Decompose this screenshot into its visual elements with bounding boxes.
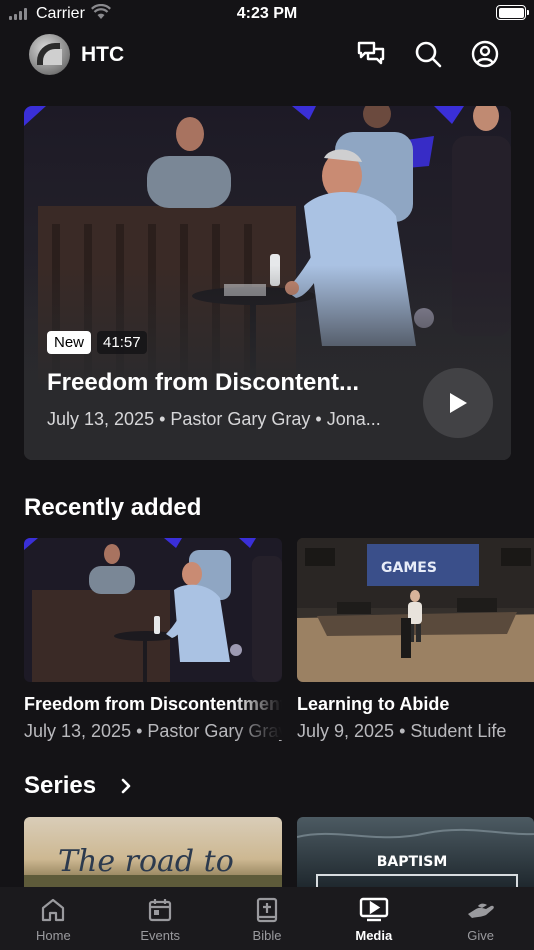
app-header: HTC <box>0 32 534 76</box>
chat-button[interactable] <box>355 38 387 70</box>
church-logo[interactable] <box>29 34 70 75</box>
road-to-freedom-text: The road to <box>58 844 234 879</box>
tab-label: Events <box>140 928 181 943</box>
status-bar: Carrier 4:23 PM <box>0 0 534 28</box>
tab-bar: Home Events Bible Media Give <box>0 887 534 950</box>
hero-badges: New 41:57 <box>47 331 147 354</box>
new-badge: New <box>47 331 92 354</box>
series-card[interactable]: The road to <box>24 817 282 887</box>
media-meta: July 9, 2025 • Student Life <box>297 721 507 741</box>
profile-button[interactable] <box>469 38 501 70</box>
play-button[interactable] <box>423 368 493 438</box>
card-fade <box>232 690 282 740</box>
battery-icon <box>496 5 529 20</box>
series-heading[interactable]: Series <box>24 772 96 800</box>
tab-label: Media <box>355 928 393 943</box>
status-time: 4:23 PM <box>236 5 298 22</box>
chevron-right-icon[interactable] <box>118 776 132 796</box>
profile-icon <box>471 40 499 68</box>
tab-label: Give <box>467 928 494 943</box>
search-button[interactable] <box>412 38 444 70</box>
search-icon <box>415 41 442 68</box>
hero-title: Freedom from Discontent... <box>47 369 360 396</box>
tab-label: Home <box>36 928 71 943</box>
recently-added-heading: Recently added <box>24 494 202 521</box>
series-card[interactable]: BAPTISM <box>297 817 534 887</box>
home-icon <box>42 898 65 922</box>
play-icon <box>450 393 467 413</box>
duration-badge: 41:57 <box>97 331 147 354</box>
bible-icon <box>256 897 278 923</box>
media-thumbnail <box>24 538 282 682</box>
tab-media[interactable]: Media <box>320 887 427 950</box>
media-card[interactable]: GAMES Learning to Abide July 9, 2025 • S… <box>297 538 534 742</box>
games-screen-text: GAMES <box>381 560 437 576</box>
media-title: Learning to Abide <box>297 694 450 714</box>
org-name: HTC <box>81 43 125 66</box>
tab-give[interactable]: Give <box>427 887 534 950</box>
media-icon <box>359 897 388 922</box>
media-thumbnail: GAMES <box>297 538 534 682</box>
tab-label: Bible <box>252 928 282 943</box>
featured-media-card[interactable]: New 41:57 Freedom from Discontent... Jul… <box>24 106 511 460</box>
baptism-text: BAPTISM <box>377 854 448 870</box>
hero-meta: July 13, 2025 • Pastor Gary Gray • Jona.… <box>47 409 381 429</box>
give-icon <box>467 903 494 918</box>
calendar-icon <box>149 899 172 922</box>
chat-icon <box>357 41 385 65</box>
tab-events[interactable]: Events <box>107 887 214 950</box>
tab-bible[interactable]: Bible <box>214 887 321 950</box>
tab-home[interactable]: Home <box>0 887 107 950</box>
